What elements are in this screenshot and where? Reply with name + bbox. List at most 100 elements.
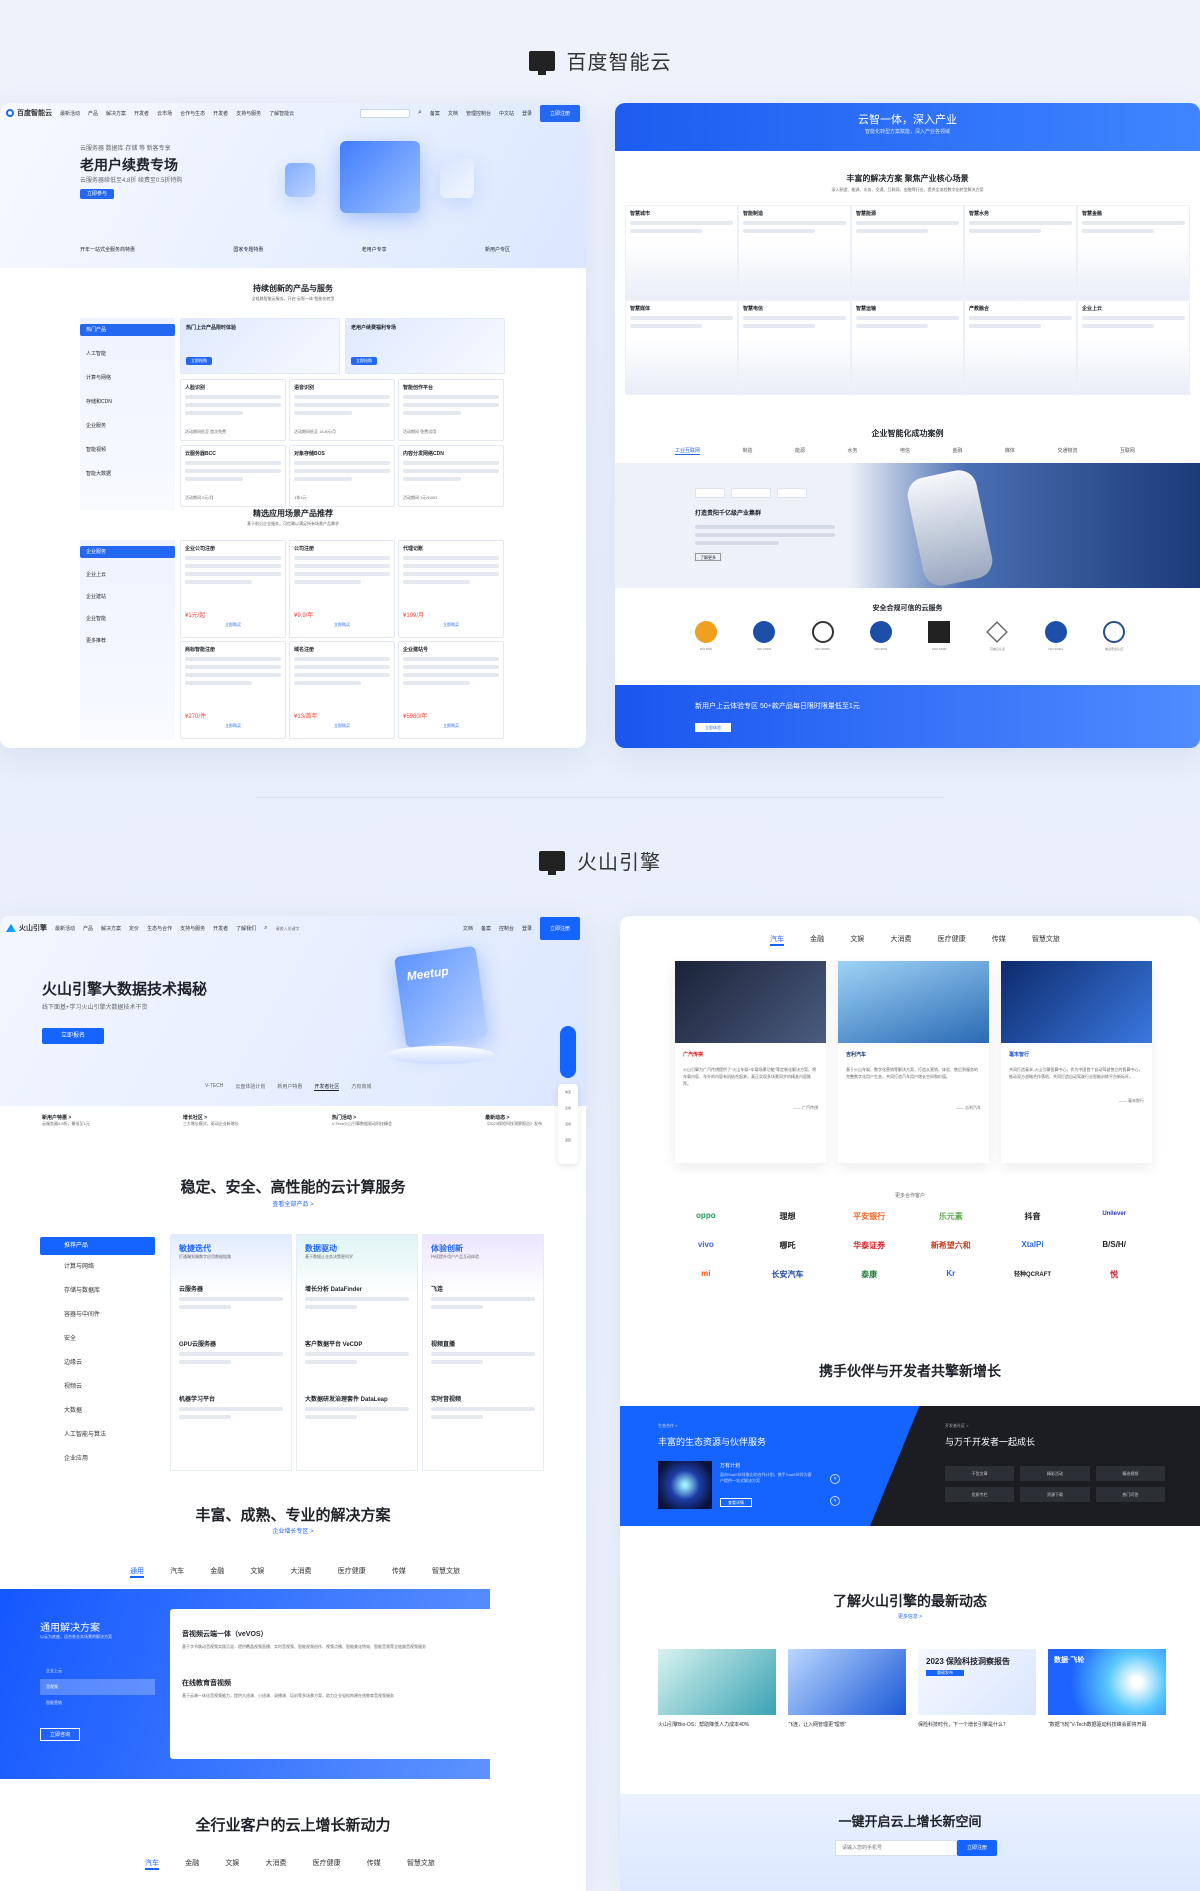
dev-item[interactable]: 优质专栏: [945, 1487, 1015, 1502]
column-item[interactable]: 实时音视频: [431, 1394, 535, 1403]
strip-item[interactable]: 增长社区 > 三大增长模式，驱动企业新增长: [183, 1114, 239, 1127]
side-menu-item[interactable]: 人工智能: [86, 342, 169, 366]
news-card[interactable]: 飞连，让入网管理更“理想”: [788, 1649, 906, 1729]
nav-item[interactable]: 产品: [83, 925, 93, 932]
volc-solution-link[interactable]: 企业增长专区 >: [0, 1526, 586, 1535]
buy-link[interactable]: 立即购买: [294, 622, 390, 628]
nav-item[interactable]: 生态与合作: [147, 925, 172, 932]
industry-tab[interactable]: 传媒: [367, 1858, 381, 1870]
industry-tab[interactable]: 大消费: [265, 1858, 286, 1870]
solution-tab[interactable]: 大消费: [291, 1566, 312, 1578]
hero-tab[interactable]: 万有商城: [351, 1083, 371, 1091]
solution-tab[interactable]: 智慧文旅: [432, 1566, 460, 1578]
column-item[interactable]: 视频直播: [431, 1339, 535, 1348]
float-tool[interactable]: 电话: [558, 1084, 578, 1100]
nav-item[interactable]: 支持与服务: [180, 925, 205, 932]
promo-strip-item[interactable]: 开年一站式全服务商特惠: [80, 246, 135, 253]
nav-item[interactable]: 最新活动: [55, 925, 75, 932]
nav-item[interactable]: 定价: [129, 925, 139, 932]
chevron-down-icon[interactable]: ˅: [830, 1496, 840, 1506]
nav-item[interactable]: 了解智能云: [269, 110, 294, 117]
news-card[interactable]: 火山引擎Bio-OS：帮助降低人力成本40%: [658, 1649, 776, 1729]
solution-panel-item[interactable]: 智能营销: [40, 1695, 155, 1711]
nav-item[interactable]: 开发者: [213, 110, 228, 117]
side-menu-item[interactable]: 计算与网络: [86, 366, 169, 390]
solution-panel-item[interactable]: 企业上云: [40, 1663, 155, 1679]
industry-tab[interactable]: 医疗健康: [313, 1858, 341, 1870]
case-tab[interactable]: 水务: [847, 447, 857, 455]
float-tool[interactable]: 活动: [558, 1116, 578, 1132]
chevron-up-icon[interactable]: ˄: [830, 1474, 840, 1484]
industry-tab[interactable]: 医疗健康: [938, 934, 966, 946]
buy-link[interactable]: 立即购买: [185, 723, 281, 729]
news-card[interactable]: 2023 保险科技洞察报告 重磅发布 保险科技时代，下一个增长引擎是什么？: [918, 1649, 1036, 1729]
app-card[interactable]: 企业公司注册 ¥1元/起 立即购买: [180, 540, 286, 638]
solution-consult-button[interactable]: 立即咨询: [40, 1728, 80, 1741]
login-link[interactable]: 登录: [522, 110, 532, 117]
solution-tab[interactable]: 汽车: [170, 1566, 184, 1578]
side-menu-item[interactable]: 更多推荐: [86, 630, 169, 652]
nav-item[interactable]: 最新活动: [60, 110, 80, 117]
news-link[interactable]: 更多信息 >: [620, 1613, 1200, 1620]
solution-tile[interactable]: 智慧水务: [964, 205, 1077, 300]
search-input[interactable]: [359, 108, 410, 118]
dev-item[interactable]: 干货文章: [945, 1466, 1015, 1481]
cta-register-button[interactable]: 立即注册: [957, 1840, 997, 1856]
solution-tile[interactable]: 企业上云: [1077, 300, 1190, 395]
industry-tab[interactable]: 智慧文旅: [407, 1858, 435, 1870]
menu-item[interactable]: 大数据: [64, 1399, 155, 1423]
case-tab[interactable]: 制造: [742, 447, 752, 455]
case-tab[interactable]: 金融: [952, 447, 962, 455]
menu-item[interactable]: 存储与数据库: [64, 1279, 155, 1303]
nav-item[interactable]: 支持与服务: [236, 110, 261, 117]
bottom-promo-button[interactable]: 立即体验: [695, 723, 731, 732]
product-card[interactable]: 人脸识别 活动期间低至 首次免费: [180, 379, 286, 441]
nav-item[interactable]: 开发者: [213, 925, 228, 932]
case-tab[interactable]: 能源: [795, 447, 805, 455]
industry-tab[interactable]: 金融: [810, 934, 824, 946]
volc-logo[interactable]: 火山引擎: [6, 923, 47, 933]
product-card[interactable]: 智能创作平台 活动期间 免费试用: [398, 379, 504, 441]
side-menu-item[interactable]: 存储和CDN: [86, 390, 169, 414]
volc-hero-button[interactable]: 立即报名: [42, 1028, 104, 1044]
hero-tab[interactable]: 新用户特惠: [277, 1083, 302, 1091]
app-card[interactable]: 代理记账 ¥199/月 立即购买: [398, 540, 504, 638]
column-item[interactable]: 大数据研发治理套件 DataLeap: [305, 1394, 409, 1403]
nav-right-item[interactable]: 控制台: [499, 925, 514, 932]
industry-tab[interactable]: 金融: [185, 1858, 199, 1870]
hero-button[interactable]: 立即参与: [80, 189, 114, 199]
buy-link[interactable]: 立即购买: [185, 622, 281, 628]
column-item[interactable]: 云服务器: [179, 1284, 283, 1293]
strip-item[interactable]: 新用户特惠 > 云服务器4.8折，最低至1元: [42, 1114, 90, 1127]
solution-tab[interactable]: 金融: [210, 1566, 224, 1578]
app-card[interactable]: 商标智能注册 ¥270/件 立即购买: [180, 641, 286, 739]
buy-link[interactable]: 立即购买: [294, 723, 390, 729]
product-card[interactable]: 内容分发网络CDN 活动期间 1元/100G: [398, 445, 504, 507]
industry-tab[interactable]: 智慧文旅: [1032, 934, 1060, 946]
menu-item[interactable]: 安全: [64, 1327, 155, 1351]
solution-tile[interactable]: 产教融合: [964, 300, 1077, 395]
baidu-logo[interactable]: 百度智能云: [6, 108, 52, 118]
case-tab[interactable]: 交通物流: [1057, 447, 1077, 455]
nav-right-item[interactable]: 登录: [522, 925, 532, 932]
app-card[interactable]: 企业建站号 ¥5980/年 立即购买: [398, 641, 504, 739]
hero-tab[interactable]: V-TECH: [205, 1083, 223, 1091]
solution-tile[interactable]: 智慧能源: [851, 205, 964, 300]
side-menu-item-active[interactable]: 热门产品: [80, 324, 175, 336]
solution-tab[interactable]: 文娱: [250, 1566, 264, 1578]
industry-tab-active[interactable]: 汽车: [770, 934, 784, 946]
eco-tag[interactable]: 生态合作 >: [658, 1423, 677, 1429]
menu-item-active[interactable]: 推荐产品: [40, 1237, 155, 1255]
case-tab[interactable]: 电信: [900, 447, 910, 455]
case-card[interactable]: 毫末智行 共同打造毫末-火山引擎智算中心，作为中国首个自动驾驶独立的智算中心，推…: [1001, 961, 1152, 1163]
volc-section-link[interactable]: 查看全部产品 >: [0, 1199, 586, 1208]
solution-detail-title[interactable]: 音视频云端一体（veVOS）: [182, 1629, 534, 1639]
dev-item[interactable]: 资源下载: [1020, 1487, 1090, 1502]
nav-right-item[interactable]: 管理控制台: [466, 110, 491, 117]
promo-card-button[interactable]: 立即抢购: [186, 357, 212, 365]
nav-item[interactable]: 解决方案: [106, 110, 126, 117]
search-input[interactable]: [275, 923, 336, 933]
case-tab[interactable]: 媒体: [1005, 447, 1015, 455]
promo-strip-item[interactable]: 新用户专区: [485, 246, 510, 253]
menu-item[interactable]: 人工智能与算法: [64, 1423, 155, 1447]
